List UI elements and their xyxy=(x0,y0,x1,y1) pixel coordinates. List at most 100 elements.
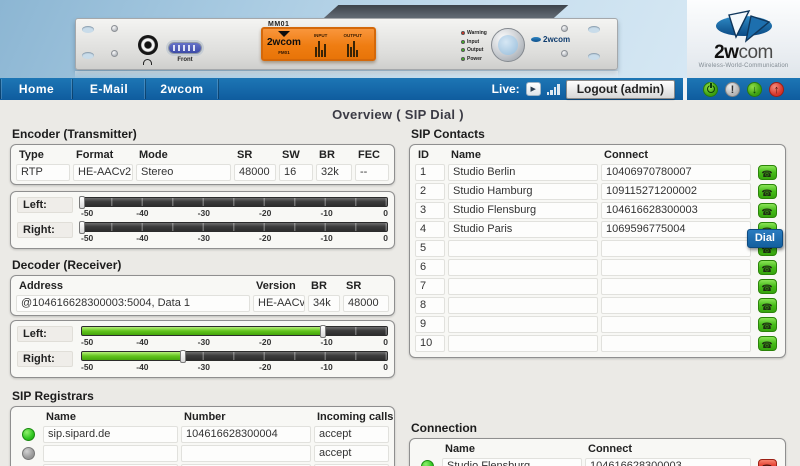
power-button[interactable] xyxy=(703,82,718,97)
screw xyxy=(561,25,568,32)
decoder-left-level-meter xyxy=(81,326,388,336)
brand-name: 2wcom xyxy=(714,44,773,61)
nav-left: Home E-Mail 2wcom Live: Logout (admin) xyxy=(0,78,683,100)
device-logo: 2wcom xyxy=(531,35,570,44)
contact-connect-cell xyxy=(601,316,751,333)
encoder-left-meter-row: Left: -50-40 -30-20 -100 xyxy=(14,195,391,220)
live-play-icon[interactable] xyxy=(526,82,541,96)
rack-hole xyxy=(588,26,600,33)
col-header: Connect xyxy=(585,442,751,456)
meter-scale: -50-40 -30-20 -100 xyxy=(81,208,388,218)
live-signal-icon[interactable] xyxy=(547,84,560,95)
registrar-status-led xyxy=(22,428,35,441)
screw xyxy=(111,25,118,32)
hangup-button[interactable] xyxy=(758,459,777,466)
page-title: Overview ( SIP Dial ) xyxy=(10,107,786,122)
connection-row: Studio Flensburg 104616628300003 xyxy=(413,458,782,466)
encoder-format-cell: HE-AACv2 xyxy=(73,164,133,181)
col-header: Version xyxy=(253,279,305,293)
upload-button[interactable] xyxy=(769,82,784,97)
encoder-sr-cell: 48000 xyxy=(234,164,276,181)
contacts-table: ID Name Connect 1 Studio Berlin 10406970… xyxy=(409,144,786,358)
encoder-mode-cell: Stereo xyxy=(136,164,231,181)
encoder-br-cell: 32k xyxy=(316,164,352,181)
meter-scale: -50-40 -30-20 -100 xyxy=(81,337,388,347)
contact-row: 7 xyxy=(413,278,782,295)
right-meter-label: Right: xyxy=(17,222,73,238)
col-header: SR xyxy=(234,148,276,162)
screw xyxy=(111,50,118,57)
contact-row: 6 xyxy=(413,259,782,276)
encoder-right-meter-row: Right: -50-40 -30-20 -100 xyxy=(14,220,391,245)
registrar-name-cell: sip.sipard.de xyxy=(43,426,178,443)
col-header: Connect xyxy=(601,148,751,162)
dial-button[interactable] xyxy=(758,317,777,332)
col-header: ID xyxy=(415,148,445,162)
phone-icon xyxy=(761,336,772,351)
lcd-output-meter: OUTPUT xyxy=(343,33,362,57)
phone-icon xyxy=(761,317,772,332)
rack-hole xyxy=(82,26,94,33)
col-header: Name xyxy=(43,410,178,424)
encoder-meters-panel: Left: -50-40 -30-20 -100 xyxy=(10,191,395,249)
contact-connect-cell: 1069596775004 xyxy=(601,221,751,238)
nav-tab-2wcom[interactable]: 2wcom xyxy=(146,79,219,99)
power-led-icon xyxy=(461,57,465,61)
right-meter-label: Right: xyxy=(17,351,73,367)
rack-hole xyxy=(82,52,94,59)
contact-id-cell: 2 xyxy=(415,183,445,200)
col-header: Name xyxy=(448,148,598,162)
col-header: BR xyxy=(316,148,352,162)
connection-table: Name Connect Studio Flensburg 1046166283… xyxy=(409,438,786,466)
col-header: Incoming calls xyxy=(314,410,396,424)
encoder-fec-cell: -- xyxy=(355,164,389,181)
alarm-button[interactable] xyxy=(725,82,740,97)
nav-tab-home[interactable]: Home xyxy=(0,79,73,99)
dial-button[interactable] xyxy=(758,260,777,275)
download-button[interactable] xyxy=(747,82,762,97)
phone-icon xyxy=(761,279,772,294)
dial-tooltip: Dial xyxy=(747,229,783,248)
device-led-block: Warning Input Output Power xyxy=(461,30,487,62)
contact-row: 3 Studio Flensburg 104616628300003 xyxy=(413,202,782,219)
registrar-incoming-cell: accept xyxy=(314,445,389,462)
contact-name-cell xyxy=(448,297,598,314)
contact-row: 4 Studio Paris 1069596775004 xyxy=(413,221,782,238)
contact-id-cell: 10 xyxy=(415,335,445,352)
decoder-right-level-meter xyxy=(81,351,388,361)
contact-name-cell xyxy=(448,278,598,295)
input-led-icon xyxy=(461,40,465,44)
col-header: Number xyxy=(181,410,311,424)
dial-button[interactable] xyxy=(758,203,777,218)
contact-id-cell: 1 xyxy=(415,164,445,181)
contact-connect-cell xyxy=(601,335,751,352)
contact-id-cell: 6 xyxy=(415,259,445,276)
contact-name-cell: Studio Flensburg xyxy=(448,202,598,219)
dial-button[interactable] xyxy=(758,165,777,180)
contacts-title: SIP Contacts xyxy=(411,127,786,141)
dial-button[interactable] xyxy=(758,279,777,294)
device-front-panel: MM01 Front 2wcom FM01 INPUT OUTPUT xyxy=(75,18,618,70)
brand-panel: 2wcom Wireless-World-Communication xyxy=(687,0,800,78)
meter-fill xyxy=(82,327,323,335)
arrow-down-icon xyxy=(752,80,758,98)
encoder-left-level-meter xyxy=(81,197,388,207)
dial-button[interactable] xyxy=(758,298,777,313)
contact-id-cell: 9 xyxy=(415,316,445,333)
registrar-number-cell xyxy=(181,445,311,462)
live-controls: Live: Logout (admin) xyxy=(492,80,683,99)
dial-button[interactable] xyxy=(758,184,777,199)
dial-button[interactable] xyxy=(758,336,777,351)
encoder-type-cell: RTP xyxy=(16,164,70,181)
encoder-sw-cell: 16 xyxy=(279,164,313,181)
connection-name-cell: Studio Flensburg xyxy=(442,458,582,466)
nav-tab-email[interactable]: E-Mail xyxy=(73,79,146,99)
phone-icon xyxy=(761,298,772,313)
left-column: Encoder (Transmitter) Type Format Mode S… xyxy=(10,127,395,466)
device-led-power: Power xyxy=(461,56,487,62)
registrars-header-row: Name Number Incoming calls xyxy=(14,410,391,424)
registrar-row: accept xyxy=(14,445,391,462)
logout-button[interactable]: Logout (admin) xyxy=(566,80,675,99)
registrar-row: sip.sipard.de 104616628300004 accept xyxy=(14,426,391,443)
contact-connect-cell xyxy=(601,297,751,314)
